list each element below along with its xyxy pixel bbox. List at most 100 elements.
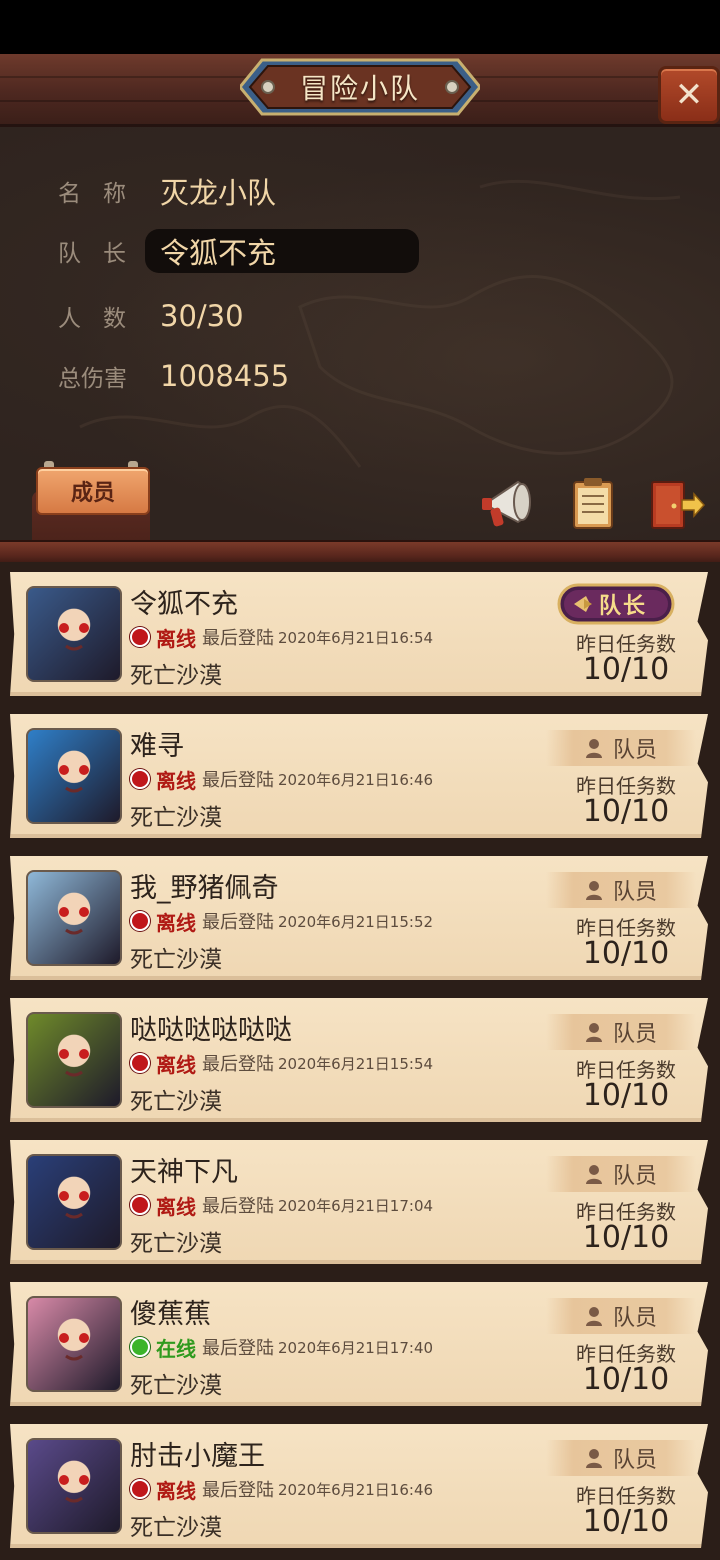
task-value: 10/10: [582, 936, 670, 971]
member-card[interactable]: 傻蕉蕉 在线 最后登陆 2020年6月21日17:40 死亡沙漠 队员 昨日任务…: [10, 1282, 708, 1406]
title-plate: 冒险小队: [240, 56, 480, 118]
status-dot-icon: [130, 1337, 150, 1357]
status-row: 离线 最后登陆 2020年6月21日15:52: [130, 906, 433, 936]
team-count-label: 人数: [58, 306, 148, 332]
last-login-label: 最后登陆: [202, 1480, 274, 1501]
task-value: 10/10: [582, 1362, 670, 1397]
status-text: 离线: [156, 910, 196, 935]
member-card[interactable]: 肘击小魔王 离线 最后登陆 2020年6月21日16:46 死亡沙漠 队员 昨日…: [10, 1424, 708, 1548]
member-badge: 队员: [546, 730, 696, 766]
status-bar: [0, 0, 720, 54]
member-badge: 队员: [546, 1014, 696, 1050]
team-leader-label: 队长: [58, 241, 148, 267]
status-row: 在线 最后登陆 2020年6月21日17:40: [130, 1332, 433, 1362]
team-count-value: 30/30: [160, 299, 244, 333]
status-dot-icon: [130, 911, 150, 931]
last-login-time: 2020年6月21日16:46: [278, 770, 434, 789]
megaphone-icon: [482, 480, 531, 527]
last-login-time: 2020年6月21日17:40: [278, 1338, 434, 1357]
status-row: 离线 最后登陆 2020年6月21日15:54: [130, 1048, 433, 1078]
status-row: 离线 最后登陆 2020年6月21日17:04: [130, 1190, 433, 1220]
member-location: 死亡沙漠: [130, 663, 222, 689]
person-icon: [585, 1307, 602, 1326]
team-name-value: 灭龙小队: [160, 176, 277, 210]
person-icon: [585, 1023, 602, 1042]
status-text: 离线: [156, 1478, 196, 1503]
last-login-time: 2020年6月21日16:54: [278, 628, 434, 647]
close-icon: ✕: [674, 75, 704, 115]
last-login-time: 2020年6月21日16:46: [278, 1480, 434, 1499]
member-card[interactable]: 令狐不充 离线 最后登陆 2020年6月21日16:54 死亡沙漠 队长 昨日任…: [10, 572, 708, 696]
person-icon: [585, 1449, 602, 1468]
status-row: 离线 最后登陆 2020年6月21日16:46: [130, 764, 433, 794]
member-badge: 队员: [546, 1440, 696, 1476]
task-value: 10/10: [582, 794, 670, 829]
megaphone-button[interactable]: [480, 474, 540, 534]
header-bar: 冒险小队 ✕: [0, 54, 720, 127]
close-button[interactable]: ✕: [658, 66, 720, 124]
member-name: 难寻: [130, 731, 184, 762]
avatar[interactable]: [26, 586, 122, 682]
team-name-label: 名称: [58, 181, 148, 207]
member-name: 天神下凡: [130, 1157, 238, 1188]
tab-members-label: 成员: [36, 467, 150, 515]
task-value: 10/10: [582, 1078, 670, 1113]
member-location: 死亡沙漠: [130, 1373, 222, 1399]
last-login-time: 2020年6月21日17:04: [278, 1196, 434, 1215]
task-value: 10/10: [582, 1504, 670, 1539]
member-list: 令狐不充 离线 最后登陆 2020年6月21日16:54 死亡沙漠 队长 昨日任…: [0, 562, 720, 1560]
notice-board-icon: [573, 478, 613, 529]
member-name: 令狐不充: [130, 589, 238, 620]
person-icon: [585, 1165, 602, 1184]
status-dot-icon: [130, 627, 150, 647]
status-row: 离线 最后登陆 2020年6月21日16:46: [130, 1474, 433, 1504]
avatar[interactable]: [26, 870, 122, 966]
member-card[interactable]: 天神下凡 离线 最后登陆 2020年6月21日17:04 死亡沙漠 队员 昨日任…: [10, 1140, 708, 1264]
person-icon: [585, 739, 602, 758]
team-damage-value: 1008455: [160, 359, 290, 393]
last-login-label: 最后登陆: [202, 1196, 274, 1217]
exit-door-icon: [651, 481, 706, 529]
exit-team-button[interactable]: [646, 474, 706, 534]
task-value: 10/10: [582, 1220, 670, 1255]
status-dot-icon: [130, 1195, 150, 1215]
person-icon: [585, 881, 602, 900]
avatar[interactable]: [26, 1296, 122, 1392]
member-badge: 队员: [546, 1298, 696, 1334]
last-login-time: 2020年6月21日15:54: [278, 1054, 434, 1073]
avatar[interactable]: [26, 728, 122, 824]
last-login-time: 2020年6月21日15:52: [278, 912, 434, 931]
member-card[interactable]: 我_野猪佩奇 离线 最后登陆 2020年6月21日15:52 死亡沙漠 队员 昨…: [10, 856, 708, 980]
status-dot-icon: [130, 1479, 150, 1499]
member-name: 我_野猪佩奇: [130, 873, 279, 904]
page-title: 冒险小队: [299, 72, 420, 105]
member-card[interactable]: 哒哒哒哒哒哒 离线 最后登陆 2020年6月21日15:54 死亡沙漠 队员 昨…: [10, 998, 708, 1122]
leader-badge: 队长: [556, 582, 676, 626]
member-name: 肘击小魔王: [130, 1441, 265, 1472]
status-text: 离线: [156, 1194, 196, 1219]
member-card[interactable]: 难寻 离线 最后登陆 2020年6月21日16:46 死亡沙漠 队员 昨日任务数…: [10, 714, 708, 838]
notice-board-button[interactable]: [564, 474, 624, 534]
status-dot-icon: [130, 1053, 150, 1073]
member-location: 死亡沙漠: [130, 1089, 222, 1115]
member-location: 死亡沙漠: [130, 805, 222, 831]
team-damage-label: 总伤害: [58, 366, 127, 392]
status-text: 离线: [156, 1052, 196, 1077]
status-row: 离线 最后登陆 2020年6月21日16:54: [130, 622, 433, 652]
status-text: 在线: [156, 1336, 196, 1361]
last-login-label: 最后登陆: [202, 770, 274, 791]
last-login-label: 最后登陆: [202, 1054, 274, 1075]
avatar[interactable]: [26, 1154, 122, 1250]
member-badge: 队员: [546, 1156, 696, 1192]
avatar[interactable]: [26, 1438, 122, 1534]
member-name: 傻蕉蕉: [130, 1299, 211, 1330]
tab-members[interactable]: 成员: [32, 461, 150, 547]
last-login-label: 最后登陆: [202, 628, 274, 649]
task-value: 10/10: [582, 652, 670, 687]
avatar[interactable]: [26, 1012, 122, 1108]
team-leader-value: 令狐不充: [160, 236, 277, 270]
member-location: 死亡沙漠: [130, 947, 222, 973]
member-location: 死亡沙漠: [130, 1515, 222, 1541]
status-text: 离线: [156, 768, 196, 793]
last-login-label: 最后登陆: [202, 1338, 274, 1359]
